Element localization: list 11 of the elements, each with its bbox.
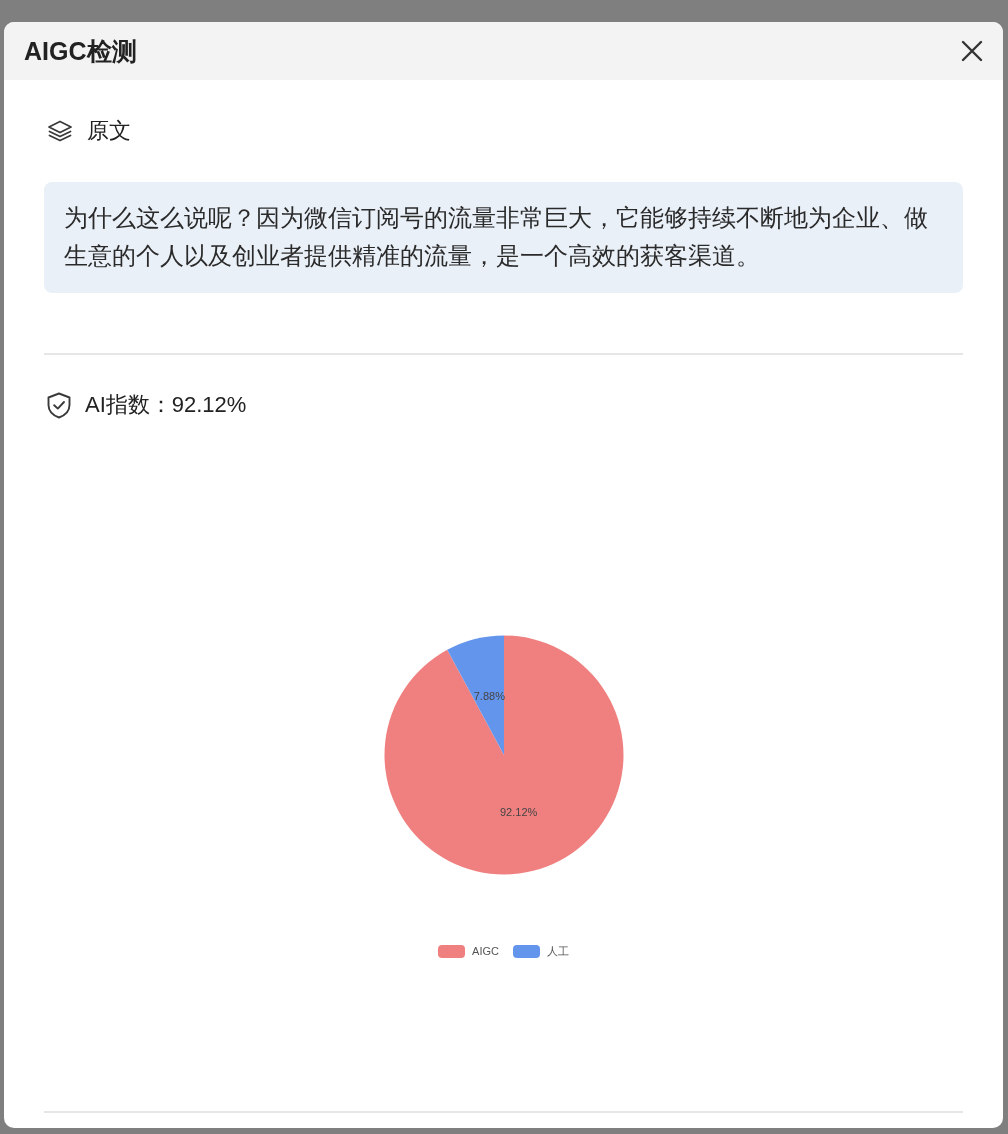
close-icon xyxy=(961,40,983,62)
close-button[interactable] xyxy=(959,38,985,64)
layers-icon xyxy=(47,120,73,142)
dialog-title: AIGC检测 xyxy=(24,36,137,66)
legend-label: 人工 xyxy=(546,944,569,958)
legend-label: AIGC xyxy=(472,944,499,958)
ai-index-label: AI指数：92.12% xyxy=(85,391,247,419)
shield-check-icon xyxy=(47,391,71,419)
original-text: 为什么这么说呢？因为微信订阅号的流量非常巨大，它能够持续不断地为企业、做生意的个人以及创业者提供精准的流量，是一个高效的获客渠道。 xyxy=(44,182,963,293)
section-title: 原文 xyxy=(87,117,131,145)
slice-label: 92.12% xyxy=(499,805,537,818)
